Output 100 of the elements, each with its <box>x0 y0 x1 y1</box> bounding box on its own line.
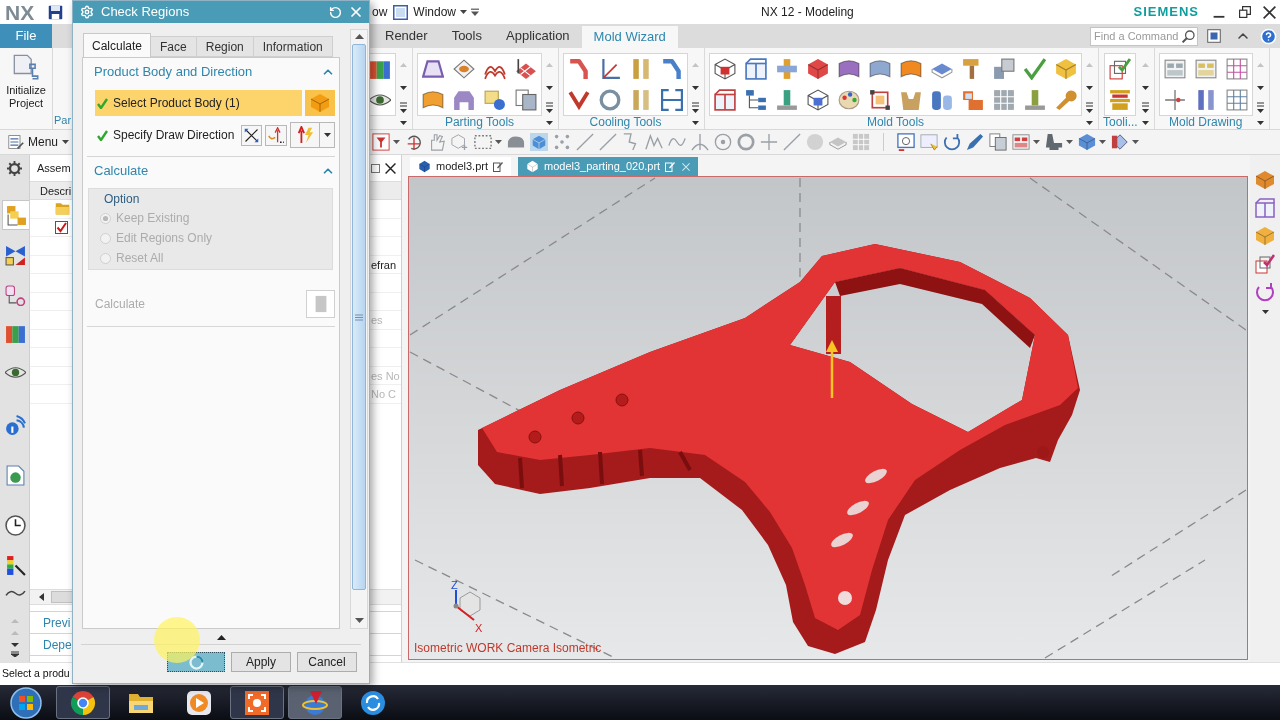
play-icon[interactable] <box>186 689 212 716</box>
menu-icon[interactable] <box>8 134 24 150</box>
spinner-icon[interactable] <box>188 654 204 670</box>
search-field[interactable]: Find a Command <box>1090 26 1198 46</box>
scroll-up-icon[interactable] <box>354 34 364 39</box>
caret-icon[interactable] <box>62 140 70 144</box>
dialog-tab[interactable]: Calculate <box>83 33 152 57</box>
start-orb-icon[interactable] <box>10 686 42 719</box>
dialog-tab[interactable]: Face <box>151 36 197 57</box>
filter-icon[interactable] <box>372 133 390 151</box>
grid-plane-icon[interactable] <box>515 58 537 80</box>
save-icon[interactable] <box>48 4 64 20</box>
cube-stack-icon[interactable] <box>993 58 1015 80</box>
tray-icon[interactable] <box>900 89 922 111</box>
caret-icon[interactable] <box>495 140 502 144</box>
wrench-icon[interactable] <box>1055 89 1077 111</box>
window-menu[interactable]: Window <box>413 3 468 21</box>
taskbar-item[interactable] <box>56 686 110 719</box>
cube-icon[interactable] <box>807 58 829 80</box>
dialog-tab[interactable]: Region <box>196 36 254 57</box>
dropdown-button[interactable] <box>320 122 335 148</box>
caret-icon[interactable] <box>1033 140 1040 144</box>
tick-icon[interactable] <box>1024 58 1046 80</box>
table-icon[interactable] <box>1225 58 1248 80</box>
documents-icon[interactable] <box>989 133 1007 151</box>
tree-diagram-icon[interactable] <box>745 89 767 111</box>
ribbon-tab[interactable]: Mold Wizard <box>581 26 678 48</box>
graphics-viewport[interactable]: Z X Isometric WORK Camera Isometric <box>408 176 1248 660</box>
help-icon[interactable] <box>1260 27 1277 45</box>
trapezoid-icon[interactable] <box>422 58 444 80</box>
lightning-arrow-icon[interactable] <box>296 126 314 144</box>
globe-arrow-icon[interactable] <box>302 689 328 716</box>
grid-tile-icon[interactable] <box>993 89 1015 111</box>
bracket-icon[interactable] <box>661 89 683 111</box>
caret-icon[interactable] <box>1132 140 1139 144</box>
menu-button[interactable]: Menu <box>8 133 70 151</box>
bent-sheet-icon[interactable] <box>962 89 984 111</box>
box-tick-icon[interactable] <box>1255 254 1275 274</box>
dialog-button[interactable]: Apply <box>231 652 291 672</box>
diamond-arrow-icon[interactable] <box>1111 133 1129 151</box>
full-screen-icon[interactable] <box>1207 29 1221 43</box>
caret-icon[interactable] <box>460 10 468 14</box>
curved-sheet-icon[interactable] <box>869 58 891 80</box>
panel-section-title[interactable]: Depe <box>43 635 72 654</box>
cube-icon[interactable] <box>1055 58 1077 80</box>
wire-cube-icon[interactable] <box>714 58 736 80</box>
curved-sheet-icon[interactable] <box>838 58 860 80</box>
arch-block-icon[interactable] <box>453 89 475 111</box>
t-block-icon[interactable] <box>776 58 798 80</box>
checkbox[interactable] <box>55 220 68 234</box>
box-tick-icon[interactable] <box>1109 58 1132 80</box>
pin-square-icon[interactable] <box>371 163 380 173</box>
table-icon[interactable] <box>1225 89 1248 111</box>
panel-layout-icon[interactable] <box>1163 58 1186 80</box>
book-stack-icon[interactable] <box>369 58 391 80</box>
orbit-icon[interactable] <box>943 133 961 151</box>
cube-icon[interactable] <box>1078 133 1096 151</box>
bent-pipe-icon[interactable] <box>568 58 590 80</box>
close-icon[interactable] <box>385 162 396 174</box>
document-tree-icon[interactable] <box>13 54 39 80</box>
restore-icon[interactable] <box>1239 6 1251 18</box>
selection-step[interactable]: Specify Draw Direction <box>95 122 238 148</box>
cube-icon[interactable] <box>1255 170 1275 190</box>
search-icon[interactable] <box>1182 29 1195 43</box>
curved-sheet-icon[interactable] <box>422 89 444 111</box>
seat-icon[interactable] <box>1045 133 1063 151</box>
scroll-arrows-icon[interactable] <box>11 617 19 657</box>
post-icon[interactable] <box>1024 89 1046 111</box>
dashed-rectangle-icon[interactable] <box>474 133 492 151</box>
menu-label[interactable]: ow <box>372 3 388 21</box>
bent-pipe-icon[interactable] <box>661 58 683 80</box>
reverse-direction-button[interactable] <box>290 122 320 148</box>
column-header[interactable]: Descri <box>40 185 72 197</box>
scrollbar-track[interactable] <box>350 29 368 629</box>
palette-icon[interactable] <box>838 89 860 111</box>
split-box-icon[interactable] <box>1255 198 1275 218</box>
expand-more-icon[interactable] <box>216 635 226 640</box>
scroll-left-icon[interactable] <box>39 593 44 601</box>
caret-icon[interactable] <box>1261 310 1269 314</box>
caret-icon[interactable] <box>393 140 400 144</box>
pins-icon[interactable] <box>630 58 652 80</box>
document-tab[interactable]: model3.prt <box>410 157 511 176</box>
ring-icon[interactable] <box>599 89 621 111</box>
customize-icon[interactable] <box>471 8 480 16</box>
pencil-icon[interactable] <box>966 133 984 151</box>
panel-layout-icon[interactable] <box>1194 58 1217 80</box>
sync-icon[interactable] <box>360 689 386 716</box>
cylinders-icon[interactable] <box>931 89 953 111</box>
close-icon[interactable] <box>1263 5 1276 19</box>
rotate-icon[interactable] <box>405 133 423 151</box>
split-box-icon[interactable] <box>714 89 736 111</box>
ribbon-tab[interactable]: Application <box>494 24 582 48</box>
settings-icon[interactable] <box>7 161 22 176</box>
caret-icon[interactable] <box>323 133 331 137</box>
panel-section-title[interactable]: Previ <box>43 613 71 632</box>
v-pipe-icon[interactable] <box>568 89 590 111</box>
ribbon-tab[interactable]: Render <box>373 24 440 48</box>
reset-icon[interactable] <box>329 5 342 19</box>
capture-icon[interactable] <box>244 689 270 716</box>
corner-frame-icon[interactable] <box>869 89 891 111</box>
